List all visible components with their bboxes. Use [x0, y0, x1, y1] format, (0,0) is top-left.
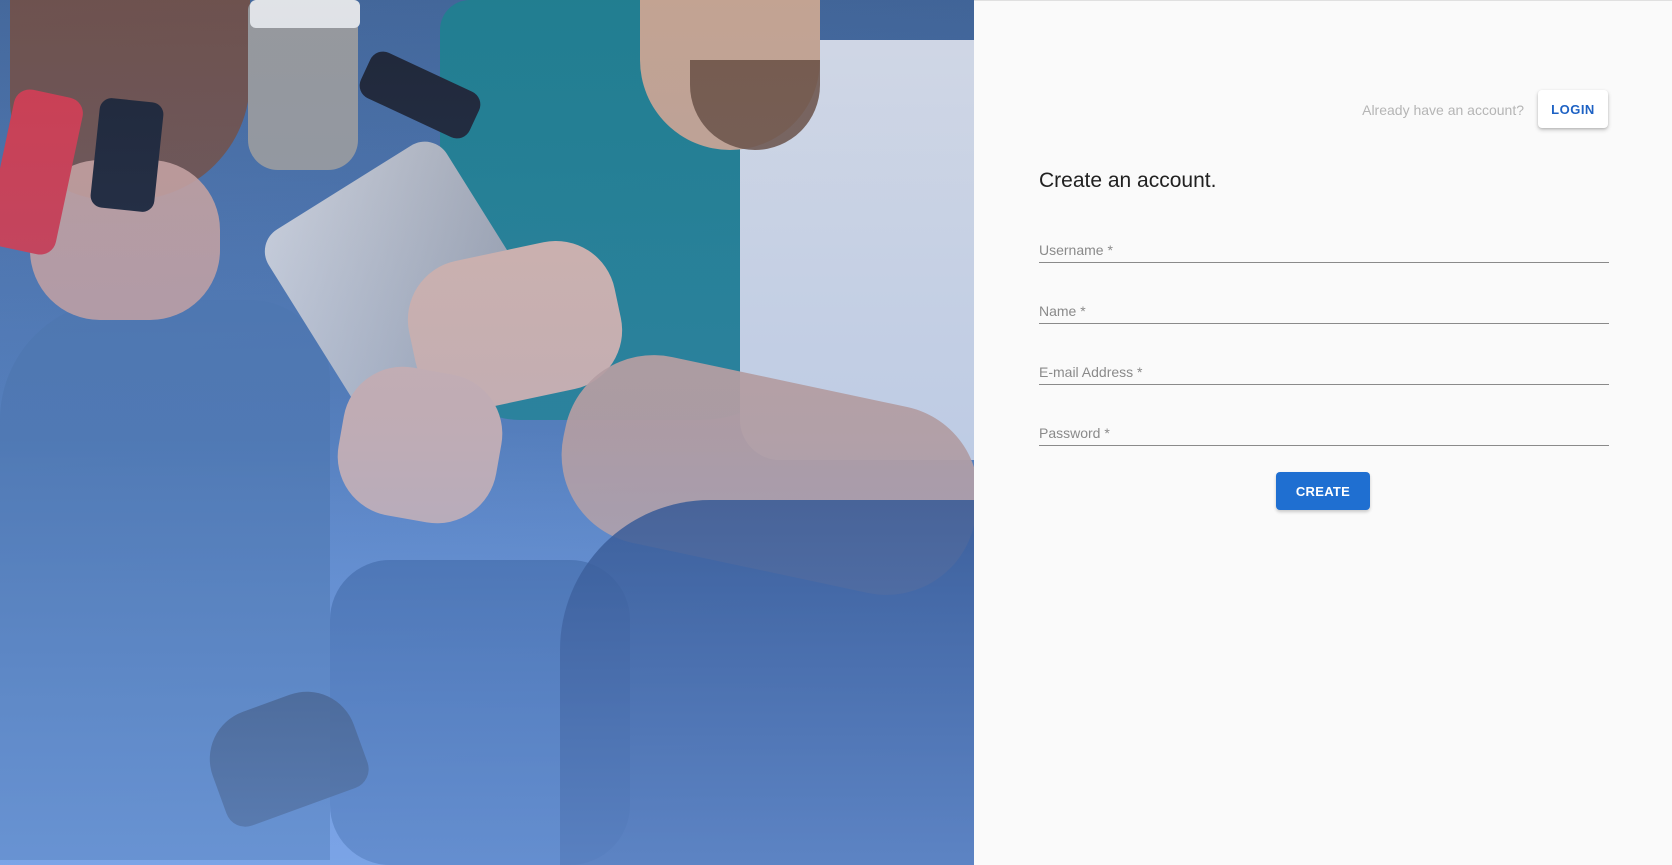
username-field[interactable]: Username *: [1039, 233, 1609, 263]
name-field[interactable]: Name *: [1039, 294, 1609, 324]
signup-page: Already have an account? LOGIN Create an…: [0, 0, 1672, 865]
password-input[interactable]: [1039, 419, 1609, 445]
page-title: Create an account.: [1039, 169, 1217, 192]
form-panel: Already have an account? LOGIN Create an…: [974, 0, 1672, 865]
already-have-account-text: Already have an account?: [1362, 102, 1524, 118]
hero-image: [0, 0, 974, 865]
email-field[interactable]: E-mail Address *: [1039, 355, 1609, 385]
password-field[interactable]: Password *: [1039, 416, 1609, 446]
create-button[interactable]: CREATE: [1276, 472, 1370, 510]
name-input[interactable]: [1039, 297, 1609, 323]
username-input[interactable]: [1039, 236, 1609, 262]
login-button[interactable]: LOGIN: [1538, 90, 1608, 128]
email-input[interactable]: [1039, 358, 1609, 384]
hero-fade-overlay: [0, 0, 974, 865]
